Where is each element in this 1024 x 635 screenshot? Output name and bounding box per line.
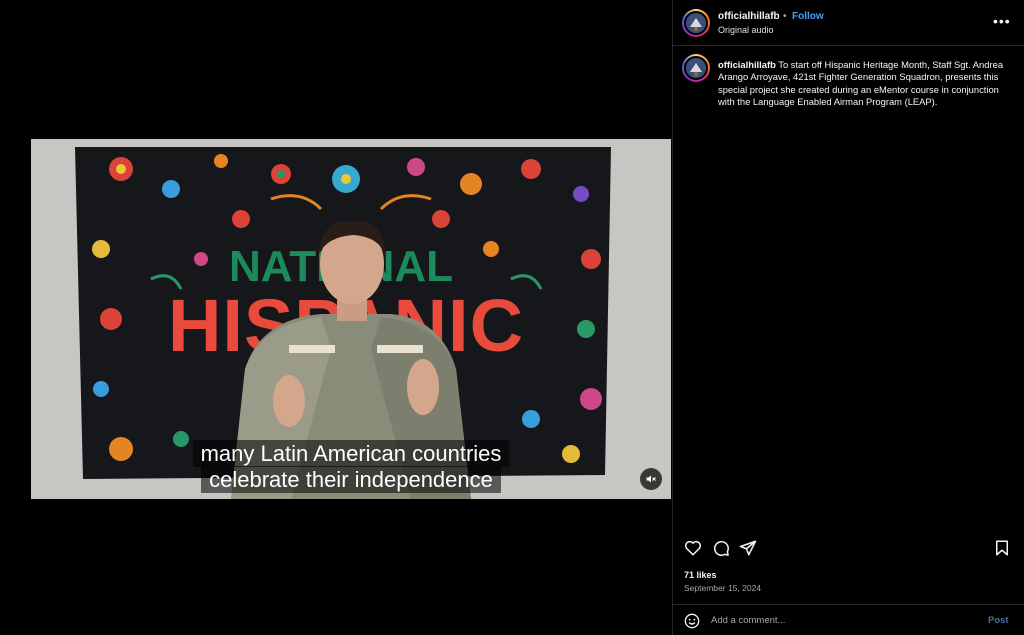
- paper-plane-icon: [739, 540, 757, 556]
- post-header: officialhillafb • Follow Original audio …: [673, 0, 1024, 46]
- video-player[interactable]: NATIONAL HISPANIC many Latin American co…: [31, 139, 671, 499]
- post-date: September 15, 2024: [684, 583, 762, 593]
- media-pane: NATIONAL HISPANIC many Latin American co…: [0, 0, 672, 635]
- comment-input[interactable]: [711, 611, 971, 629]
- heart-icon: [684, 540, 702, 556]
- account-logo-icon: [686, 13, 706, 33]
- like-button[interactable]: [684, 539, 702, 562]
- save-button[interactable]: [993, 539, 1011, 562]
- caption-avatar[interactable]: [682, 54, 710, 82]
- comment-bar: Post: [673, 604, 1024, 635]
- caption-username[interactable]: officialhillafb: [718, 59, 776, 70]
- likes-count[interactable]: 71 likes: [684, 570, 717, 580]
- muted-speaker-icon: [646, 475, 656, 483]
- follow-button[interactable]: Follow: [792, 11, 824, 22]
- emoji-button[interactable]: [684, 613, 700, 634]
- bookmark-icon: [996, 540, 1008, 556]
- comment-bubble-icon: [714, 541, 729, 556]
- emoji-smile-icon: [684, 613, 700, 629]
- username-link[interactable]: officialhillafb: [718, 11, 780, 22]
- post-comment-button[interactable]: Post: [988, 615, 1009, 626]
- separator-dot: •: [783, 11, 787, 22]
- mute-toggle-button[interactable]: [640, 468, 662, 490]
- post-side-panel: officialhillafb • Follow Original audio …: [672, 0, 1024, 635]
- avatar[interactable]: [682, 9, 710, 37]
- caption-row: officialhillafb To start off Hispanic He…: [673, 46, 1024, 109]
- more-options-icon[interactable]: •••: [993, 13, 1011, 29]
- comment-button[interactable]: [712, 539, 730, 562]
- post-caption: officialhillafb To start off Hispanic He…: [718, 59, 1008, 109]
- share-button[interactable]: [739, 539, 757, 562]
- subtitle-line-1: many Latin American countries: [31, 440, 671, 467]
- audio-link[interactable]: Original audio: [718, 25, 774, 35]
- action-bar: [673, 533, 1024, 563]
- account-logo-icon: [686, 58, 706, 78]
- subtitle-line-2: celebrate their independence: [31, 466, 671, 493]
